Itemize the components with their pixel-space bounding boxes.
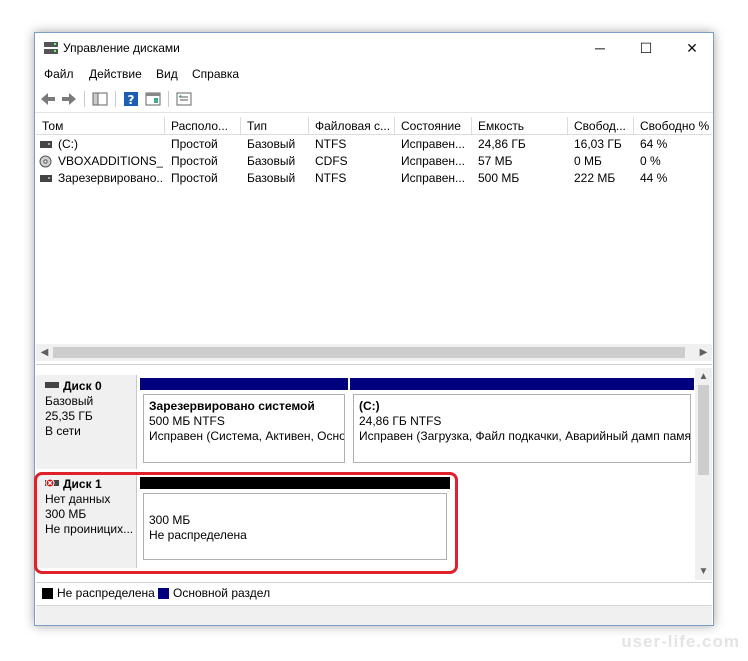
cell-type: Базовый [247,154,296,168]
cd-drive-icon [39,155,52,168]
disk-name: Диск 0 [63,379,102,393]
partition-system-reserved[interactable]: Зарезервировано системой 500 МБ NTFS Исп… [140,378,348,468]
highlight-frame [34,472,458,574]
menu-view[interactable]: Вид [156,67,178,81]
column-header-free-space[interactable]: Свобод... [568,117,634,135]
cell-percent-free: 64 % [640,137,668,151]
partition-size: 24,86 ГБ NTFS [359,414,442,428]
legend-swatch-primary [158,588,169,599]
cell-status: Исправен... [401,171,466,185]
volume-icon [40,141,52,148]
disk-type: Базовый [45,394,94,408]
partition-title: Зарезервировано системой [149,399,315,413]
cell-filesystem: CDFS [315,154,348,168]
legend-label-primary: Основной раздел [173,586,271,600]
cell-capacity: 57 МБ [478,154,513,168]
vertical-scrollbar[interactable]: ▲ ▼ [695,368,712,580]
vertical-scroll-thumb[interactable] [698,385,709,475]
partition-c-drive[interactable]: (C:) 24,86 ГБ NTFS Исправен (Загрузка, Ф… [350,378,694,468]
disk-icon [45,382,59,388]
menu-file[interactable]: Файл [44,67,74,81]
toolbar-separator [84,91,85,107]
toolbar-separator [168,91,169,107]
list-view-icon[interactable] [175,90,193,108]
disk-info-0[interactable]: Диск 0 Базовый 25,35 ГБ В сети [36,375,137,469]
horizontal-scroll-thumb[interactable] [53,347,685,358]
minimize-button[interactable]: ─ [577,33,623,63]
scroll-up-arrow-icon[interactable]: ▲ [695,368,712,385]
watermark: user-life.com [621,632,740,651]
status-bar [36,605,712,625]
column-header-type[interactable]: Тип [241,117,309,135]
horizontal-scrollbar[interactable]: ◀ ▶ [36,344,712,361]
console-tree-icon[interactable] [91,90,109,108]
maximize-button[interactable]: ☐ [623,33,669,63]
cell-status: Исправен... [401,154,466,168]
menu-bar: Файл Действие Вид Справка [35,64,713,84]
partition-status: Исправен (Загрузка, Файл подкачки, Авари… [359,429,691,443]
cell-free-space: 0 МБ [574,154,602,168]
scroll-down-arrow-icon[interactable]: ▼ [695,563,712,580]
menu-action[interactable]: Действие [89,67,142,81]
column-header-volume[interactable]: Том [36,117,165,135]
partition-size: 500 МБ NTFS [149,414,225,428]
forward-arrow-icon[interactable] [60,90,78,108]
disk-size: 25,35 ГБ [45,409,93,423]
column-header-capacity[interactable]: Емкость [472,117,568,135]
cell-type: Базовый [247,137,296,151]
svg-text:?: ? [128,93,135,107]
column-header-percent-free[interactable]: Свободно % [634,117,712,135]
legend-swatch-unallocated [42,588,53,599]
cell-status: Исправен... [401,137,466,151]
cell-volume: (C:) [58,137,78,151]
volume-icon [40,175,52,182]
cell-capacity: 24,86 ГБ [478,137,526,151]
cell-layout: Простой [171,137,218,151]
cell-percent-free: 0 % [640,154,661,168]
cell-free-space: 16,03 ГБ [574,137,622,151]
table-row[interactable]: (C:) Простой Базовый NTFS Исправен... 24… [36,136,712,153]
scroll-right-arrow-icon[interactable]: ▶ [695,344,712,361]
legend-label-unallocated: Не распределена [57,586,155,600]
help-icon[interactable]: ? [122,90,140,108]
partition-body: Зарезервировано системой 500 МБ NTFS Исп… [143,394,345,463]
cell-percent-free: 44 % [640,171,668,185]
title-bar[interactable]: Управление дисками ─ ☐ ✕ [35,33,713,63]
legend: Не распределена Основной раздел [36,582,712,605]
partition-status: Исправен (Система, Активен, Осно [149,429,345,443]
scroll-left-arrow-icon[interactable]: ◀ [36,344,53,361]
cell-free-space: 222 МБ [574,171,616,185]
column-header-status[interactable]: Состояние [395,117,472,135]
cell-layout: Простой [171,171,218,185]
cell-type: Базовый [247,171,296,185]
primary-partition-bar [350,378,694,390]
cell-filesystem: NTFS [315,137,347,151]
primary-partition-bar [140,378,348,390]
cell-layout: Простой [171,154,218,168]
properties-icon[interactable] [144,90,162,108]
cell-capacity: 500 МБ [478,171,520,185]
toolbar: ? [35,86,713,113]
disk-management-app-icon [44,42,58,54]
back-arrow-icon[interactable] [39,90,57,108]
column-header-filesystem[interactable]: Файловая с... [309,117,395,135]
volume-list: Том Располо... Тип Файловая с... Состоян… [36,117,712,365]
partition-body: (C:) 24,86 ГБ NTFS Исправен (Загрузка, Ф… [353,394,691,463]
partition-title: (C:) [359,399,380,413]
disk-state: В сети [45,424,81,438]
table-row[interactable]: Зарезервировано... Простой Базовый NTFS … [36,170,712,187]
disk-row-0[interactable]: Диск 0 Базовый 25,35 ГБ В сети Зарезерви… [36,375,695,469]
column-header-layout[interactable]: Располо... [165,117,241,135]
cell-filesystem: NTFS [315,171,347,185]
cell-volume: Зарезервировано... [58,171,163,185]
toolbar-separator [115,91,116,107]
menu-help[interactable]: Справка [192,67,239,81]
close-button[interactable]: ✕ [669,33,715,63]
cell-volume: VBOXADDITIONS_... [58,154,163,168]
table-row[interactable]: VBOXADDITIONS_... Простой Базовый CDFS И… [36,153,712,170]
window-title: Управление дисками [63,41,180,55]
